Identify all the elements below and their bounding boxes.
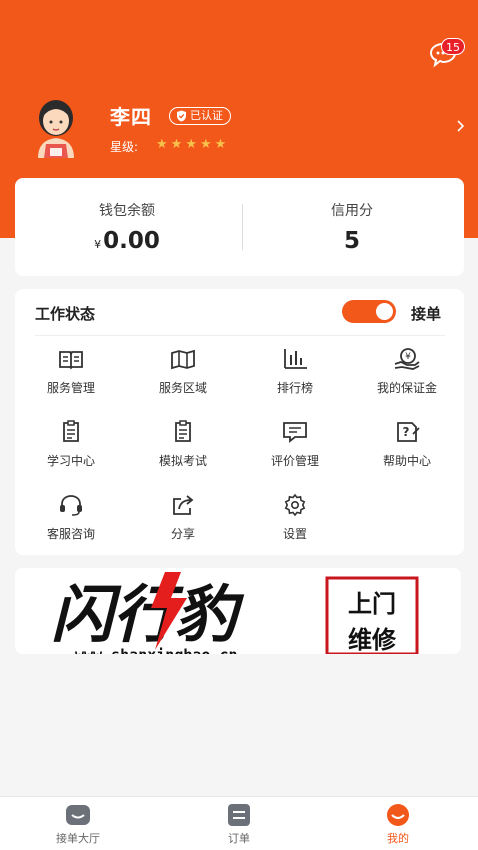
- menu-item-settings[interactable]: 设置: [239, 493, 351, 553]
- menu-item-service-management[interactable]: 服务管理: [15, 347, 127, 407]
- verified-label: 已认证: [190, 109, 223, 122]
- tab-mine[interactable]: 我的: [338, 797, 458, 850]
- avatar[interactable]: [32, 96, 80, 158]
- exam-icon: [175, 420, 191, 442]
- balance-section[interactable]: 钱包余额 ¥0.00: [15, 178, 239, 276]
- tools-card: 工作状态 接单 服务管理 服务区域 排行榜 ¥ 我的保证金 学习中心 模拟考试 …: [15, 289, 464, 555]
- gear-icon: [284, 493, 306, 517]
- menu-label: 帮助中心: [382, 454, 431, 468]
- message-count-badge: 15: [441, 38, 465, 55]
- svg-text:¥: ¥: [405, 352, 411, 362]
- chevron-right-icon[interactable]: [455, 119, 465, 133]
- menu-label: 学习中心: [46, 454, 95, 468]
- star-icon: ★: [170, 137, 183, 152]
- menu-item-mock-exam[interactable]: 模拟考试: [127, 420, 239, 480]
- help-icon: ?: [397, 422, 420, 442]
- promo-banner[interactable]: 闪行豹 上门 维修 www.shanxingbao.cn: [15, 568, 461, 654]
- deposit-icon: ¥: [394, 348, 420, 370]
- menu-label: 评价管理: [270, 454, 319, 468]
- work-status-label: 工作状态: [35, 305, 96, 323]
- bottom-tab-bar: 接单大厅 订单 我的: [0, 796, 478, 850]
- banner-side-text-1: 上门: [348, 590, 396, 618]
- menu-item-service-area[interactable]: 服务区域: [127, 347, 239, 407]
- bar-chart-icon: [284, 349, 307, 369]
- menu-label: 分享: [170, 527, 195, 541]
- study-icon: [63, 420, 79, 442]
- menu-label: 设置: [282, 527, 307, 541]
- menu-item-customer-service[interactable]: 客服咨询: [15, 493, 127, 553]
- star-icon: ★: [156, 137, 168, 152]
- banner-side-text-2: 维修: [348, 626, 397, 654]
- menu-label: 排行榜: [276, 381, 313, 395]
- credit-value: 5: [343, 228, 360, 254]
- wallet-card: 钱包余额 ¥0.00 信用分 5: [15, 178, 464, 276]
- star-icon: ★: [199, 137, 212, 152]
- shield-check-icon: [177, 110, 186, 122]
- star-rating: ★ ★ ★ ★ ★: [156, 138, 226, 152]
- currency-symbol: ¥: [94, 238, 102, 251]
- order-icon: [228, 804, 250, 826]
- balance-value: ¥0.00: [94, 228, 160, 254]
- banner-brand-text: 闪行豹: [51, 578, 245, 651]
- book-icon: [59, 351, 83, 370]
- menu-label: 服务管理: [46, 381, 95, 395]
- tab-label: 订单: [228, 832, 250, 845]
- menu-item-study-center[interactable]: 学习中心: [15, 420, 127, 480]
- credit-section[interactable]: 信用分 5: [240, 178, 464, 276]
- tab-order-hall[interactable]: 接单大厅: [18, 797, 138, 850]
- svg-text:?: ?: [403, 425, 410, 439]
- accept-orders-toggle[interactable]: [342, 300, 396, 323]
- share-icon: [173, 495, 194, 515]
- star-level-label: 星级:: [110, 140, 139, 154]
- star-icon: ★: [214, 137, 227, 152]
- menu-item-review-management[interactable]: 评价管理: [239, 420, 351, 480]
- menu-label: 客服咨询: [46, 527, 95, 541]
- menu-item-help-center[interactable]: ? 帮助中心: [351, 420, 463, 480]
- star-icon: ★: [185, 137, 197, 152]
- tab-label: 接单大厅: [56, 832, 100, 845]
- menu-item-share[interactable]: 分享: [127, 493, 239, 553]
- menu-label: 模拟考试: [158, 454, 207, 468]
- banner-url-text: www.shanxingbao.cn: [75, 646, 238, 654]
- credit-label: 信用分: [331, 203, 373, 219]
- verified-badge: 已认证: [169, 107, 231, 125]
- headset-icon: [60, 495, 82, 516]
- profile-icon: [387, 804, 409, 826]
- menu-item-deposit[interactable]: ¥ 我的保证金: [351, 347, 463, 407]
- accept-orders-label: 接单: [411, 305, 442, 323]
- comment-icon: [283, 422, 307, 443]
- menu-label: 服务区域: [158, 381, 207, 395]
- tab-orders[interactable]: 订单: [179, 797, 299, 850]
- balance-label: 钱包余额: [99, 203, 155, 219]
- banner-image: 闪行豹 上门 维修 www.shanxingbao.cn: [15, 568, 461, 654]
- map-icon: [171, 349, 195, 370]
- menu-item-leaderboard[interactable]: 排行榜: [239, 347, 351, 407]
- menu-label: 我的保证金: [376, 381, 437, 395]
- toggle-knob: [376, 303, 393, 320]
- divider: [35, 335, 445, 336]
- user-name: 李四: [110, 105, 152, 129]
- hall-icon: [66, 805, 90, 825]
- tab-label: 我的: [387, 832, 409, 845]
